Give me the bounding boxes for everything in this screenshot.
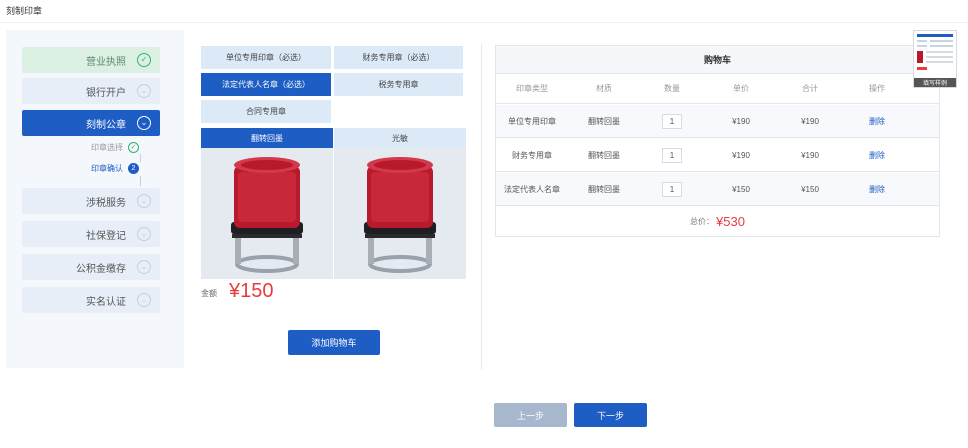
sample-thumbnail[interactable]: 填写样例 [913,30,957,88]
table-row: 法定代表人名章 翻转回墨 1 ¥150 ¥150 删除 [496,173,939,206]
total-value: ¥530 [716,213,745,229]
section-divider [481,44,482,370]
delete-link[interactable]: 删除 [842,150,912,161]
stamp-illustration [231,157,303,273]
sidebar-item-label: 公积金缴存 [76,263,126,275]
cell-qty: 1 [640,147,704,163]
sidebar-item-social-security[interactable]: 社保登记 ⌄ [22,221,160,247]
substep-connector [140,154,141,162]
shopping-cart: 购物车 印章类型 材质 数量 单价 合计 操作 单位专用印章 翻转回墨 1 ¥1… [495,45,940,237]
cart-title: 购物车 [496,46,939,74]
cell-material: 翻转回墨 [588,150,620,160]
product-image-photosensitive[interactable] [334,148,466,279]
total-label: 总价： [690,216,715,226]
sidebar-item-seal-carving[interactable]: 刻制公章 ⌄ [22,110,160,136]
product-image-flip-ink[interactable] [201,148,333,279]
chevron-down-icon: ⌄ [137,84,151,98]
prev-step-button[interactable]: 上一步 [494,403,567,427]
substep-connector [140,176,141,186]
sidebar-item-label: 社保登记 [86,230,126,242]
delete-link[interactable]: 删除 [842,116,912,127]
quantity-input[interactable]: 1 [662,181,682,197]
cell-unit-price: ¥190 [732,116,750,126]
column-header: 合计 [802,84,818,93]
column-header: 单价 [733,84,749,93]
chevron-down-icon: ⌄ [137,260,151,274]
sidebar-item-real-name[interactable]: 实名认证 ⌄ [22,287,160,313]
amount-value: ¥150 [229,280,274,302]
sidebar-item-tax-services[interactable]: 涉税服务 ⌄ [22,188,160,214]
seal-type-legal-rep[interactable]: 法定代表人名章（必选） [201,73,331,96]
cell-type: 财务专用章 [512,150,552,160]
cell-material: 翻转回墨 [588,116,620,126]
chevron-down-icon: ⌄ [137,227,151,241]
cell-unit-price: ¥150 [732,184,750,194]
material-tab-photosensitive[interactable]: 光敏 [334,128,466,148]
check-circle-icon: ✓ [128,142,139,153]
sample-preview-image [917,34,953,70]
add-to-cart-button[interactable]: 添加购物车 [288,330,380,355]
sidebar-item-bank-account[interactable]: 银行开户 ⌄ [22,78,160,104]
sidebar-item-label: 涉税服务 [86,197,126,209]
cell-qty: 1 [640,181,704,197]
sample-label: 填写样例 [914,78,956,87]
cell-total: ¥190 [801,150,819,160]
quantity-input[interactable]: 1 [662,113,682,129]
sidebar-item-label: 营业执照 [86,56,126,68]
cell-material: 翻转回墨 [588,184,620,194]
seal-type-tax[interactable]: 税务专用章 [334,73,463,96]
table-row: 财务专用章 翻转回墨 1 ¥190 ¥190 删除 [496,139,939,172]
sidebar-item-housing-fund[interactable]: 公积金缴存 ⌄ [22,254,160,280]
column-header: 数量 [664,84,680,93]
chevron-down-icon: ⌄ [137,194,151,208]
check-circle-icon: ✓ [137,53,151,67]
table-row: 单位专用印章 翻转回墨 1 ¥190 ¥190 删除 [496,105,939,138]
cart-total: 总价： ¥530 [496,206,939,236]
quantity-input[interactable]: 1 [662,147,682,163]
chevron-down-icon: ⌄ [137,293,151,307]
sidebar-item-label: 实名认证 [86,296,126,308]
column-header: 印章类型 [516,84,548,93]
substep-seal-confirm[interactable]: 印章确认 2 [91,163,139,174]
amount-label: 金额 [201,289,217,298]
cell-unit-price: ¥190 [732,150,750,160]
cell-type: 法定代表人名章 [504,184,560,194]
page-title: 刻制印章 [6,6,43,16]
material-tab-flip-ink[interactable]: 翻转回墨 [201,128,333,148]
cell-total: ¥190 [801,116,819,126]
step-number-badge: 2 [128,163,139,174]
next-step-button[interactable]: 下一步 [574,403,647,427]
substep-seal-selection[interactable]: 印章选择 ✓ [91,142,139,153]
step-sidebar: 营业执照 ✓ 银行开户 ⌄ 刻制公章 ⌄ 印章选择 ✓ 印章确认 2 涉税服务 … [6,30,184,368]
sidebar-item-label: 刻制公章 [86,119,126,131]
sidebar-item-business-license[interactable]: 营业执照 ✓ [22,47,160,73]
substep-label: 印章确认 [91,164,123,173]
cell-qty: 1 [640,113,704,129]
cart-header-row: 印章类型 材质 数量 单价 合计 操作 [496,74,939,104]
column-header: 操作 [869,84,885,93]
sidebar-item-label: 银行开户 [86,87,126,99]
seal-type-finance[interactable]: 财务专用章（必选） [334,46,463,69]
cell-type: 单位专用印章 [508,116,556,126]
chevron-down-icon: ⌄ [137,116,151,130]
substep-label: 印章选择 [91,143,123,152]
column-header: 材质 [596,84,612,93]
delete-link[interactable]: 删除 [842,184,912,195]
title-divider [0,22,968,23]
cell-total: ¥150 [801,184,819,194]
seal-type-company[interactable]: 单位专用印章（必选） [201,46,331,69]
seal-type-contract[interactable]: 合同专用章 [201,100,331,123]
stamp-illustration [364,157,436,273]
